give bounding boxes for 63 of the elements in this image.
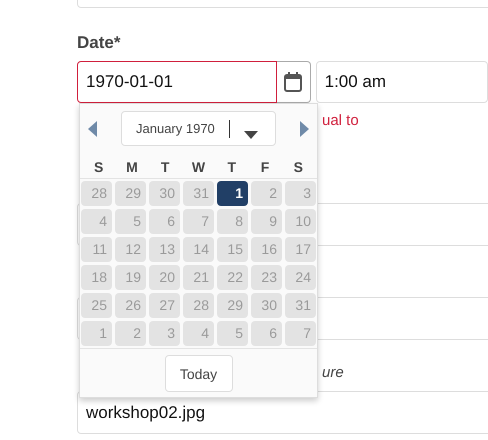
month-year-text: January 1970 [136, 121, 215, 136]
day-cell[interactable]: 10 [285, 209, 316, 234]
day-cell[interactable]: 4 [183, 321, 214, 346]
day-cell[interactable]: 7 [285, 321, 316, 346]
day-cell[interactable]: 1 [217, 181, 248, 206]
day-cell[interactable]: 31 [285, 293, 316, 318]
day-cell[interactable]: 5 [217, 321, 248, 346]
day-cell[interactable]: 12 [115, 237, 146, 262]
month-select[interactable]: January 1970 [121, 111, 276, 146]
day-cell[interactable]: 4 [81, 209, 112, 234]
previous-month-icon[interactable] [88, 120, 98, 136]
day-cell[interactable]: 27 [149, 293, 180, 318]
day-cell[interactable]: 23 [251, 265, 282, 290]
day-cell[interactable]: 25 [81, 293, 112, 318]
calendar-button[interactable] [276, 61, 311, 103]
day-cell[interactable]: 22 [217, 265, 248, 290]
weekday-header: T [160, 158, 170, 176]
day-cell[interactable]: 16 [251, 237, 282, 262]
day-cell[interactable]: 28 [183, 293, 214, 318]
day-cell[interactable]: 3 [285, 181, 316, 206]
weekday-header: M [125, 158, 139, 176]
time-input[interactable]: 1:00 am [316, 61, 488, 103]
day-cell[interactable]: 30 [149, 181, 180, 206]
day-cell[interactable]: 8 [217, 209, 248, 234]
hint-text: ure [322, 364, 344, 382]
day-cell[interactable]: 6 [149, 209, 180, 234]
file-name-field[interactable]: workshop02.jpg [77, 391, 488, 434]
day-cell[interactable]: 21 [183, 265, 214, 290]
day-cell[interactable]: 26 [115, 293, 146, 318]
today-button[interactable]: Today [164, 355, 232, 392]
weekday-header: S [292, 158, 304, 176]
day-cell[interactable]: 17 [285, 237, 316, 262]
day-cell[interactable]: 6 [251, 321, 282, 346]
day-cell[interactable]: 2 [115, 321, 146, 346]
weekday-header: S [92, 158, 104, 176]
error-text: ual to [322, 112, 359, 130]
day-cell[interactable]: 20 [149, 265, 180, 290]
weekday-header: F [260, 158, 270, 176]
caret-icon [244, 130, 258, 138]
day-cell[interactable]: 18 [81, 265, 112, 290]
day-cell[interactable]: 2 [251, 181, 282, 206]
day-cell[interactable]: 3 [149, 321, 180, 346]
day-cell[interactable]: 7 [183, 209, 214, 234]
day-cell[interactable]: 28 [81, 181, 112, 206]
day-cell[interactable]: 5 [115, 209, 146, 234]
next-month-icon[interactable] [299, 120, 309, 136]
day-cell[interactable]: 1 [81, 321, 112, 346]
calendar-icon [284, 72, 302, 92]
day-cell[interactable]: 19 [115, 265, 146, 290]
day-cell[interactable]: 15 [217, 237, 248, 262]
day-cell[interactable]: 29 [217, 293, 248, 318]
day-cell[interactable]: 14 [183, 237, 214, 262]
weekday-header: T [226, 158, 238, 176]
day-cell[interactable]: 31 [183, 181, 214, 206]
day-cell[interactable]: 30 [251, 293, 282, 318]
weekday-header: W [190, 158, 206, 176]
date-input[interactable]: 1970-01-01 [77, 61, 277, 103]
day-cell[interactable]: 24 [285, 265, 316, 290]
day-cell[interactable]: 29 [115, 181, 146, 206]
day-cell[interactable]: 11 [81, 237, 112, 262]
date-label: Date* [77, 33, 122, 53]
day-cell[interactable]: 9 [251, 209, 282, 234]
day-cell[interactable]: 13 [149, 237, 180, 262]
